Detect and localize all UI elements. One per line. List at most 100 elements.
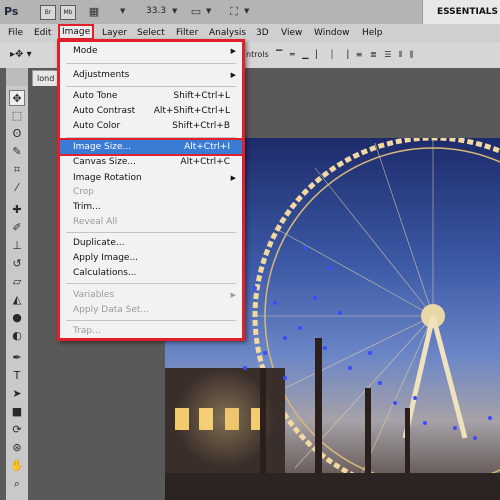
- show-transform-controls-label[interactable]: ntrols: [246, 47, 269, 63]
- menu-3d[interactable]: 3D: [256, 26, 269, 40]
- menu-item-apply-image[interactable]: Apply Image...: [60, 251, 242, 265]
- move-tool-icon[interactable]: ✥: [9, 90, 25, 106]
- tools-panel: ✥ ⬚ ʘ ✎ ⌗ ⁄ ✚ ✐ ⊥ ↺ ▱ ◭ ● ◐ ✒ T ➤ ■ ⟳ ⊛ …: [6, 86, 29, 500]
- path-selection-icon[interactable]: ➤: [9, 386, 25, 402]
- menu-item-canvas-size[interactable]: Canvas Size... Alt+Ctrl+C: [60, 155, 242, 169]
- distribute-top-icon[interactable]: ≡: [356, 47, 363, 63]
- 3d-orbit-icon[interactable]: ⊛: [9, 440, 25, 456]
- 3d-rotate-icon[interactable]: ⟳: [9, 422, 25, 438]
- menu-item-duplicate[interactable]: Duplicate...: [60, 236, 242, 250]
- align-bottom-icon[interactable]: ▁: [302, 47, 308, 63]
- blur-tool-icon[interactable]: ●: [9, 310, 25, 326]
- align-left-icon[interactable]: ▏: [316, 47, 322, 63]
- launch-bridge-button[interactable]: Br: [40, 5, 56, 20]
- auto-contrast-shortcut: Alt+Shift+Ctrl+L: [153, 106, 230, 116]
- reveal-all-label: Reveal All: [73, 217, 118, 227]
- align-right-icon[interactable]: ▕: [342, 47, 348, 63]
- menu-help[interactable]: Help: [362, 26, 383, 40]
- menu-separator: [66, 232, 236, 233]
- eraser-icon[interactable]: ▱: [9, 274, 25, 290]
- menu-item-image-size[interactable]: Image Size... Alt+Ctrl+I: [58, 138, 244, 156]
- menu-separator: [66, 320, 236, 321]
- menu-window[interactable]: Window: [314, 26, 350, 40]
- auto-tone-shortcut: Shift+Ctrl+L: [173, 91, 230, 101]
- menu-item-calculations[interactable]: Calculations...: [60, 266, 242, 280]
- menu-item-reveal-all: Reveal All: [60, 215, 242, 229]
- menu-item-variables: Variables ▶: [60, 288, 242, 302]
- distribute-left-icon[interactable]: ⫴: [399, 47, 402, 63]
- submenu-arrow-icon: ▶: [230, 174, 236, 182]
- clone-stamp-icon[interactable]: ⊥: [9, 238, 25, 254]
- menu-view[interactable]: View: [281, 26, 302, 40]
- launch-mini-bridge-button[interactable]: Mb: [60, 5, 76, 20]
- align-middle-icon[interactable]: ═: [290, 47, 295, 63]
- menu-item-trap: Trap...: [60, 324, 242, 338]
- arrange-documents-icon[interactable]: ▭: [188, 4, 204, 19]
- quick-selection-icon[interactable]: ✎: [9, 144, 25, 160]
- marquee-tool-icon[interactable]: ⬚: [9, 108, 25, 124]
- type-tool-icon[interactable]: T: [9, 368, 25, 384]
- auto-tone-label: Auto Tone: [73, 91, 118, 101]
- submenu-arrow-icon: ▶: [230, 47, 236, 55]
- menu-item-mode[interactable]: Mode ▶: [60, 44, 242, 58]
- menu-item-trim[interactable]: Trim...: [60, 200, 242, 214]
- brush-tool-icon[interactable]: ✐: [9, 220, 25, 236]
- eyedropper-icon[interactable]: ⁄: [9, 180, 25, 196]
- dodge-tool-icon[interactable]: ◐: [9, 328, 25, 344]
- crop-label: Crop: [73, 187, 95, 197]
- lasso-tool-icon[interactable]: ʘ: [9, 126, 25, 142]
- tool-preset-picker[interactable]: ▸✥ ▾: [10, 47, 38, 63]
- image-size-shortcut: Alt+Ctrl+I: [184, 142, 230, 152]
- align-center-icon[interactable]: │: [330, 47, 335, 63]
- auto-contrast-label: Auto Contrast: [73, 106, 136, 116]
- screen-mode-caret-icon[interactable]: ▼: [244, 5, 249, 18]
- canvas-size-label: Canvas Size...: [73, 157, 136, 167]
- screen-mode-icon[interactable]: ⛶: [226, 4, 242, 19]
- menu-analysis[interactable]: Analysis: [209, 26, 246, 40]
- pen-tool-icon[interactable]: ✒: [9, 350, 25, 366]
- submenu-arrow-icon: ▶: [230, 71, 236, 79]
- menu-item-adjustments[interactable]: Adjustments ▶: [60, 68, 242, 82]
- distribute-bottom-icon[interactable]: ☰: [384, 47, 391, 63]
- menu-layer[interactable]: Layer: [102, 26, 127, 40]
- image-rotation-label: Image Rotation: [73, 173, 142, 183]
- trim-label: Trim...: [73, 202, 101, 212]
- menu-separator: [66, 63, 236, 64]
- history-brush-icon[interactable]: ↺: [9, 256, 25, 272]
- tools-panel-header[interactable]: [6, 68, 28, 87]
- view-extras-caret-icon[interactable]: ▼: [120, 5, 125, 18]
- menu-item-auto-contrast[interactable]: Auto Contrast Alt+Shift+Ctrl+L: [60, 104, 242, 118]
- hand-tool-icon[interactable]: ✋: [9, 458, 25, 474]
- variables-label: Variables: [73, 290, 115, 300]
- menu-filter[interactable]: Filter: [176, 26, 198, 40]
- zoom-level[interactable]: 33.3: [146, 5, 172, 18]
- menu-separator: [66, 86, 236, 87]
- photoshop-logo: Ps: [4, 5, 19, 18]
- photoshop-window: Ps Br Mb ▦ ▼ 33.3 ▼ ▭ ▼ ⛶ ▼ ESSENTIALS F…: [0, 0, 500, 500]
- menu-item-crop: Crop: [60, 185, 242, 199]
- zoom-caret-icon[interactable]: ▼: [172, 5, 177, 18]
- adjustments-label: Adjustments: [73, 70, 130, 80]
- rectangle-tool-icon[interactable]: ■: [9, 404, 25, 420]
- view-extras-icon[interactable]: ▦: [86, 4, 102, 19]
- menu-edit[interactable]: Edit: [34, 26, 51, 40]
- menu-select[interactable]: Select: [137, 26, 165, 40]
- align-top-icon[interactable]: ▔: [276, 47, 282, 63]
- duplicate-label: Duplicate...: [73, 238, 125, 248]
- menu-item-auto-color[interactable]: Auto Color Shift+Ctrl+B: [60, 119, 242, 133]
- arrange-caret-icon[interactable]: ▼: [206, 5, 211, 18]
- application-bar: Ps Br Mb ▦ ▼ 33.3 ▼ ▭ ▼ ⛶ ▼ ESSENTIALS: [0, 0, 500, 25]
- crop-tool-icon[interactable]: ⌗: [9, 162, 25, 178]
- image-menu-dropdown: Mode ▶ Adjustments ▶ Auto Tone Shift+Ctr…: [57, 39, 245, 341]
- menu-item-image-rotation[interactable]: Image Rotation ▶: [60, 171, 242, 185]
- menu-image[interactable]: Image: [58, 24, 95, 40]
- distribute-center-icon[interactable]: ≣: [370, 47, 377, 63]
- menu-file[interactable]: File: [8, 26, 23, 40]
- distribute-right-icon[interactable]: ⫼: [410, 47, 414, 63]
- workspace-switcher[interactable]: ESSENTIALS: [422, 0, 500, 24]
- healing-brush-icon[interactable]: ✚: [9, 202, 25, 218]
- zoom-tool-icon[interactable]: ⌕: [9, 476, 25, 492]
- menu-separator: [66, 283, 236, 284]
- menu-item-auto-tone[interactable]: Auto Tone Shift+Ctrl+L: [60, 89, 242, 103]
- paint-bucket-icon[interactable]: ◭: [9, 292, 25, 308]
